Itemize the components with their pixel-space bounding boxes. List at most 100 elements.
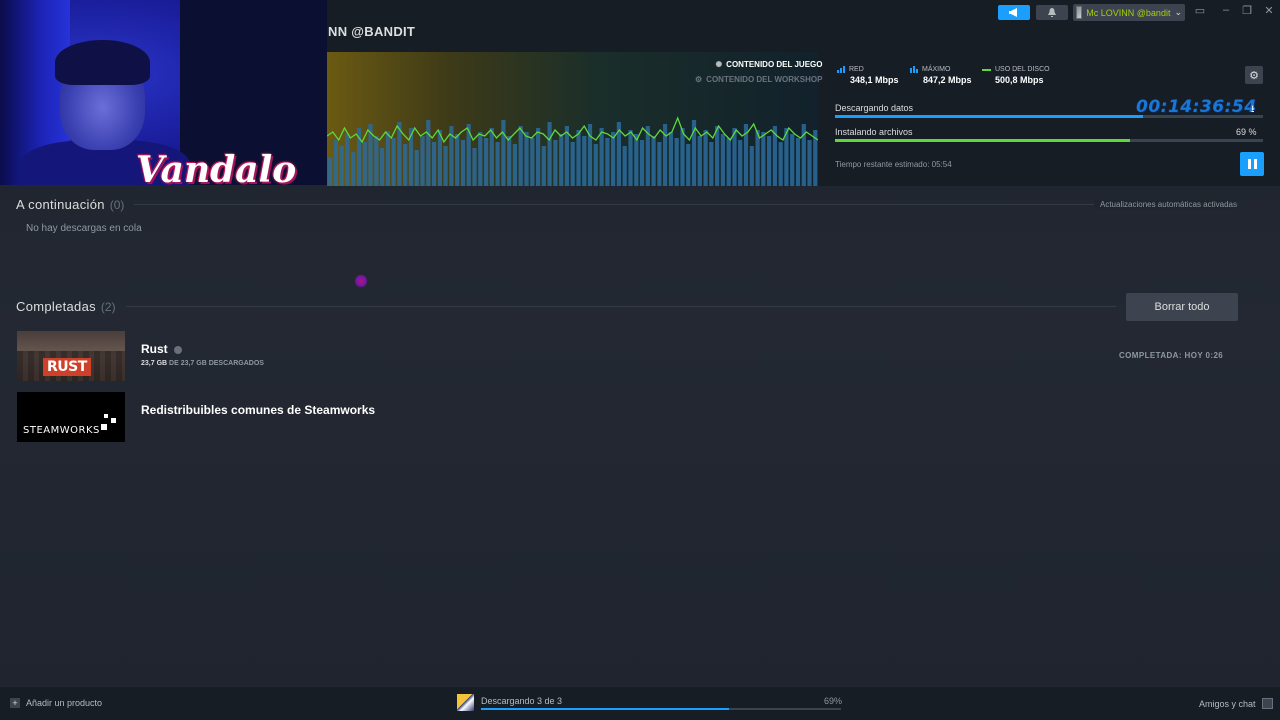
network-bar (339, 146, 344, 186)
queue-count: (0) (109, 197, 125, 212)
steamworks-thumbnail[interactable]: STEAMWORKS (17, 392, 125, 442)
clear-all-button[interactable]: Borrar todo (1126, 293, 1238, 321)
network-bar (484, 138, 489, 186)
rust-logo: RUST (43, 358, 91, 376)
network-bar (420, 136, 425, 186)
webcam-watermark: Vandalo (136, 149, 297, 191)
friends-chat-label: Amigos y chat (1199, 698, 1256, 709)
network-bar (547, 122, 552, 186)
game-title[interactable]: Redistribuibles comunes de Steamworks (141, 403, 375, 417)
downloading-progress-fill (835, 115, 1144, 118)
tab-workshop-content[interactable]: ⚙ CONTENIDO DEL WORKSHOP (695, 75, 822, 84)
add-product-button[interactable]: + Añadir un producto (10, 698, 102, 708)
tab-game-content[interactable]: ✺ CONTENIDO DEL JUEGO (695, 60, 822, 69)
network-bar (697, 136, 702, 186)
divider (125, 306, 1116, 307)
avatar (1076, 6, 1083, 19)
network-bar (576, 130, 581, 186)
plus-icon: + (10, 698, 20, 708)
chat-icon (1261, 698, 1273, 709)
queue-section-header: A continuación (0) (16, 197, 1238, 212)
network-bar (518, 126, 523, 186)
completed-item-rust[interactable]: RUST Rust 23,7 GB DE 23,7 GB DESCARGADOS (17, 331, 1247, 381)
network-bar (530, 138, 535, 186)
footer-download-status[interactable]: Descargando 3 de 3 (481, 696, 562, 706)
gear-icon: ⚙ (1249, 69, 1259, 82)
steamworks-logo-pixel (104, 414, 108, 418)
network-bar (541, 146, 546, 186)
info-icon[interactable] (173, 345, 182, 354)
network-bar (709, 142, 714, 186)
network-bar (362, 142, 367, 186)
network-bar (437, 130, 442, 186)
download-icon: ⭳ (1251, 104, 1255, 115)
network-bar (455, 134, 460, 186)
completed-item-steamworks[interactable]: STEAMWORKS Redistribuibles comunes de St… (17, 392, 1247, 442)
network-bar (559, 134, 564, 186)
network-bars-icon (837, 66, 845, 73)
installing-percent: 69 % (1236, 127, 1257, 137)
network-bar (524, 132, 529, 186)
chevron-down-icon: ⌄ (1174, 7, 1182, 17)
network-bar (333, 140, 338, 186)
network-bar (553, 140, 558, 186)
network-bar (593, 144, 598, 186)
big-picture-icon[interactable]: ▭ (1193, 4, 1207, 17)
network-bar (380, 148, 385, 186)
steamworks-logo-pixel (111, 418, 116, 423)
footer-progress-fill (481, 708, 730, 710)
mouse-cursor (355, 274, 367, 288)
friends-chat-button[interactable]: Amigos y chat (1199, 698, 1273, 709)
auto-updates-status[interactable]: Actualizaciones automáticas activadas (1094, 200, 1237, 209)
announcements-button[interactable] (998, 5, 1030, 20)
user-menu-button[interactable]: Mc LOVINN @bandit ⌄ (1073, 4, 1185, 21)
stat-network: RED 348,1 Mbps (837, 66, 899, 85)
network-bar (345, 134, 350, 186)
network-bar (668, 132, 673, 186)
installing-label: Instalando archivos (835, 127, 913, 137)
installing-progress-fill (835, 139, 1131, 142)
stat-network-label: RED (849, 66, 864, 73)
stat-peak-value: 847,2 Mbps (923, 75, 972, 85)
network-bar (622, 146, 627, 186)
network-bar (599, 128, 604, 186)
total-size: DE 23,7 GB DESCARGADOS (167, 360, 264, 367)
installing-progress-bar (835, 139, 1263, 142)
rust-thumbnail[interactable]: RUST (17, 331, 125, 381)
user-name: Mc LOVINN @bandit (1086, 7, 1171, 18)
divider (134, 204, 1238, 205)
network-bar (403, 144, 408, 186)
steamworks-logo-pixel (101, 424, 107, 430)
add-product-label: Añadir un producto (26, 698, 103, 708)
network-bar (374, 136, 379, 186)
download-size: 23,7 GB DE 23,7 GB DESCARGADOS (141, 360, 264, 367)
spinner-icon: ✺ (715, 60, 723, 69)
notifications-button[interactable] (1036, 5, 1068, 20)
close-icon[interactable]: ✕ (1262, 4, 1276, 17)
network-bar (501, 120, 506, 186)
minimize-icon[interactable]: – (1219, 4, 1233, 16)
network-bar (657, 142, 662, 186)
stat-peak: MÁXIMO 847,2 Mbps (910, 66, 972, 85)
network-bar (674, 138, 679, 186)
queue-title: A continuación (16, 197, 105, 212)
network-bar (611, 132, 616, 186)
network-bar (795, 138, 801, 186)
network-bar (767, 136, 772, 186)
network-bar (582, 136, 587, 186)
empty-queue-message: No hay descargas en cola (26, 223, 142, 234)
maximize-icon[interactable]: ❐ (1240, 4, 1254, 17)
timer-overlay: 00:14:36:54 (1136, 97, 1257, 117)
network-bar (749, 146, 754, 186)
game-icon (457, 694, 474, 711)
game-title[interactable]: Rust (141, 342, 182, 356)
network-bar (564, 126, 569, 186)
pause-button[interactable] (1240, 152, 1264, 176)
download-settings-button[interactable]: ⚙ (1245, 66, 1263, 84)
footer-download-percent: 69% (824, 696, 843, 706)
network-bar (351, 152, 356, 186)
network-bar (651, 136, 656, 186)
megaphone-icon (1009, 8, 1017, 17)
completed-status: COMPLETADA: HOY 0:26 (1119, 351, 1224, 360)
network-bar (507, 136, 512, 186)
